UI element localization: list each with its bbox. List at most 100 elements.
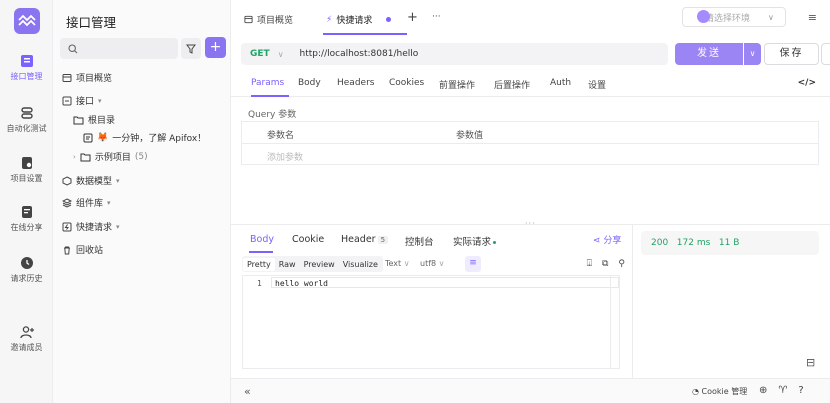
tree-item-intro[interactable]: 🦊 一分钟，了解 Apifox！ (83, 131, 206, 144)
format-raw[interactable]: Raw (275, 258, 300, 271)
footer-actions: ⊕ ♈ ? (759, 385, 804, 396)
send-button[interactable]: 发送 (675, 43, 743, 65)
history-icon (20, 257, 33, 269)
tab-auth[interactable]: Auth (550, 78, 571, 88)
code-line: hello world (275, 279, 328, 288)
response-editor[interactable]: 1 hello world (242, 275, 620, 369)
tree-item-api[interactable]: 接口 ▾ (62, 94, 102, 107)
search-icon[interactable]: ⚲ (618, 259, 625, 269)
wrap-lines-button[interactable]: ≡ (465, 256, 481, 272)
help-icon[interactable]: ? (798, 385, 803, 396)
apifox-logo[interactable] (14, 8, 40, 34)
tab-response-body[interactable]: Body (250, 234, 274, 245)
tree-label: 根目录 (88, 116, 116, 126)
menu-icon[interactable]: ≡ (808, 11, 817, 24)
collapse-sidebar-button[interactable]: « (244, 385, 251, 398)
tab-headers[interactable]: Headers (337, 78, 374, 88)
status-code: 200 (651, 238, 669, 248)
filter-icon (186, 44, 196, 54)
drag-handle[interactable]: ··· (525, 219, 536, 228)
download-icon[interactable]: ⍗ (587, 259, 592, 269)
tree-item-root[interactable]: 根目录 (73, 113, 115, 126)
rail-item-api[interactable]: 接口管理 (0, 54, 53, 82)
doc-icon (83, 133, 93, 142)
rail-item-invite[interactable]: 邀请成员 (0, 325, 53, 353)
count-badge: 5 (377, 236, 389, 244)
share-button[interactable]: ⋖ 分享 (593, 233, 621, 246)
share-label: 分享 (603, 236, 622, 246)
more-tabs-button[interactable]: ··· (432, 12, 441, 22)
tree-label: 接口 (76, 97, 95, 107)
tab-actual-request[interactable]: 实际请求 (453, 234, 497, 248)
env-placeholder: 请选择环境 (705, 13, 751, 24)
rail-item-settings[interactable]: 项目设置 (0, 156, 53, 184)
tree-item-overview[interactable]: 项目概览 (62, 71, 112, 84)
tab-pre-ops[interactable]: 前置操作 (439, 78, 475, 91)
schema-icon (62, 175, 72, 186)
bolt-icon: ⚡ (326, 14, 333, 25)
method-select[interactable]: GET (250, 49, 270, 59)
request-tabs: Params Body Headers Cookies 前置操作 后置操作 Au… (231, 70, 830, 97)
tab-params[interactable]: Params (251, 78, 284, 88)
save-button[interactable]: 保存 (764, 43, 819, 65)
tree-item-recycle[interactable]: 回收站 (62, 243, 103, 256)
tree-item-example[interactable]: › 示例项目 (5) (73, 150, 148, 164)
tree-count: (5) (134, 151, 148, 162)
rail-item-automation[interactable]: 自动化测试 (0, 106, 53, 134)
tree-item-schemas[interactable]: 数据模型 ▾ (62, 174, 120, 187)
status-summary: 200 172 ms 11 B (651, 238, 739, 248)
response-time: 172 ms (676, 238, 711, 248)
tab-active-indicator (251, 95, 289, 97)
format-visualize[interactable]: Visualize (339, 258, 382, 271)
invite-icon (19, 326, 34, 339)
code-icon[interactable]: </> (798, 78, 816, 88)
caret-down-icon: ▾ (116, 222, 120, 231)
tab-post-ops[interactable]: 后置操作 (494, 78, 530, 91)
send-dropdown-button[interactable]: ∨ (744, 43, 761, 65)
add-button[interactable]: + (205, 37, 226, 58)
sidebar-title: 接口管理 (66, 15, 117, 30)
tab-overview[interactable]: 项目概览 (244, 13, 293, 26)
panel-divider[interactable] (632, 225, 633, 378)
copy-icon[interactable]: ⧉ (602, 259, 608, 269)
format-type-select[interactable]: Text ∨ (385, 259, 410, 268)
add-param-input[interactable]: 添加参数 (267, 150, 303, 163)
editor-actions: ⍗ ⧉ ⚲ (587, 259, 625, 269)
tree-label: 快捷请求 (76, 223, 113, 233)
tab-response-cookie[interactable]: Cookie (292, 234, 324, 245)
chevron-down-icon: ∨ (403, 259, 410, 268)
shirt-icon[interactable]: ♈ (778, 385, 787, 396)
sidebar: 接口管理 + 项目概览 接口 ▾ 根目录 🦊 一分钟，了解 Apifox！ › 示… (53, 0, 231, 403)
share-icon (21, 206, 32, 218)
tab-label: 项目概览 (257, 16, 294, 26)
cookie-manager-button[interactable]: ◔ Cookie 管理 (692, 386, 747, 397)
url-input[interactable]: http://localhost:8081/hello (300, 49, 419, 59)
rail-item-share[interactable]: 在线分享 (0, 205, 53, 233)
overview-icon (62, 73, 72, 82)
layout-toggle-icon[interactable]: ⊟ (806, 356, 815, 369)
new-tab-button[interactable]: + (407, 10, 418, 25)
rail-item-history[interactable]: 请求历史 (0, 256, 53, 284)
save-dropdown-button[interactable]: ∨ (821, 43, 830, 65)
format-pretty[interactable]: Pretty (243, 257, 275, 271)
tree-item-quick[interactable]: 快捷请求 ▾ (62, 220, 120, 233)
tab-response-header[interactable]: Header 5 (341, 234, 389, 245)
trash-icon (64, 246, 70, 254)
tab-settings[interactable]: 设置 (588, 78, 606, 91)
tree-item-components[interactable]: 组件库 ▾ (62, 196, 111, 209)
tab-console[interactable]: 控制台 (405, 234, 434, 248)
tab-quick-request[interactable]: ⚡ 快捷请求 (326, 13, 392, 26)
editor-scrollbar[interactable] (610, 275, 619, 369)
filter-button[interactable] (181, 38, 201, 59)
tab-body[interactable]: Body (298, 78, 321, 88)
help-circle-plus-icon[interactable]: ⊕ (759, 385, 767, 396)
encoding-select[interactable]: utf8 ∨ (420, 259, 445, 268)
tab-active-indicator (323, 33, 407, 35)
tab-cookies[interactable]: Cookies (389, 78, 424, 88)
url-bar[interactable]: GET ∨ http://localhost:8081/hello (241, 43, 668, 65)
tree-label: 组件库 (76, 199, 104, 209)
quick-request-icon (62, 222, 72, 231)
format-preview[interactable]: Preview (300, 258, 339, 271)
rail-label: 在线分享 (10, 223, 43, 232)
sidebar-search-input[interactable] (60, 38, 178, 59)
